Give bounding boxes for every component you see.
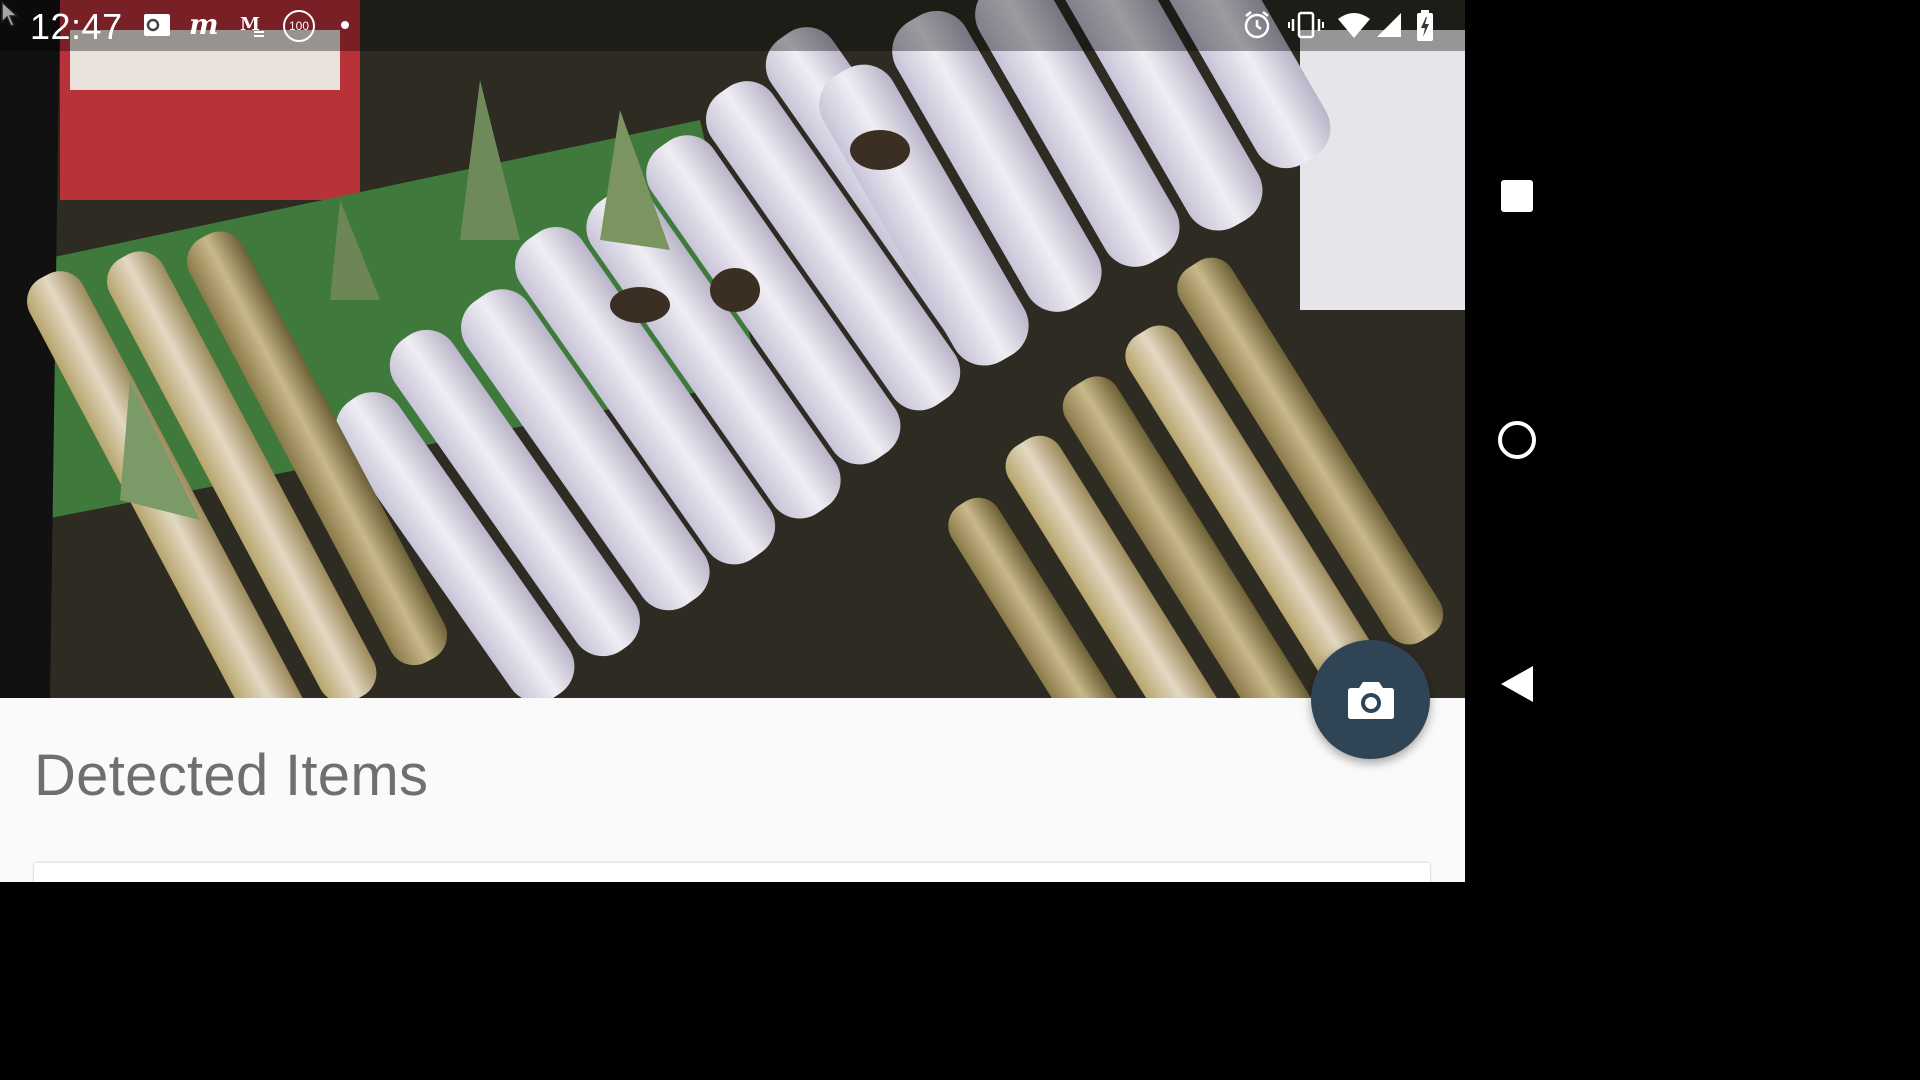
recents-button[interactable] xyxy=(1465,178,1568,214)
alarm-icon xyxy=(1244,11,1270,39)
camera-icon xyxy=(1347,681,1394,719)
status-bar: 12:47 m M 100 xyxy=(0,0,1465,51)
navigation-bar xyxy=(1465,0,1568,882)
wifi-icon xyxy=(1338,13,1370,38)
home-button[interactable] xyxy=(1465,419,1568,461)
outlook-icon xyxy=(144,14,170,36)
back-button[interactable] xyxy=(1465,664,1568,704)
home-icon xyxy=(1497,421,1536,459)
back-icon xyxy=(1500,666,1533,702)
bamboo-shoots-photo xyxy=(0,0,1465,698)
svg-text:m: m xyxy=(189,10,219,40)
app-screen: 12:47 m M 100 Detected Items xyxy=(0,0,1465,882)
battery-100-badge-icon: 100 xyxy=(283,10,315,42)
clock: 12:47 xyxy=(30,6,123,47)
camera-fab-button[interactable] xyxy=(1311,640,1430,759)
battery-charging-icon xyxy=(1417,10,1433,41)
m-app-icon: m xyxy=(189,10,219,40)
recents-icon xyxy=(1500,180,1533,212)
cell-signal-icon xyxy=(1377,13,1401,37)
vibrate-icon xyxy=(1288,11,1324,39)
gmail-icon: M xyxy=(240,14,264,37)
detected-items-card xyxy=(34,863,1430,882)
badge-text: 100 xyxy=(288,19,310,33)
detected-items-title: Detected Items xyxy=(34,743,429,808)
notification-dot-icon xyxy=(341,21,349,29)
camera-preview xyxy=(0,0,1465,698)
